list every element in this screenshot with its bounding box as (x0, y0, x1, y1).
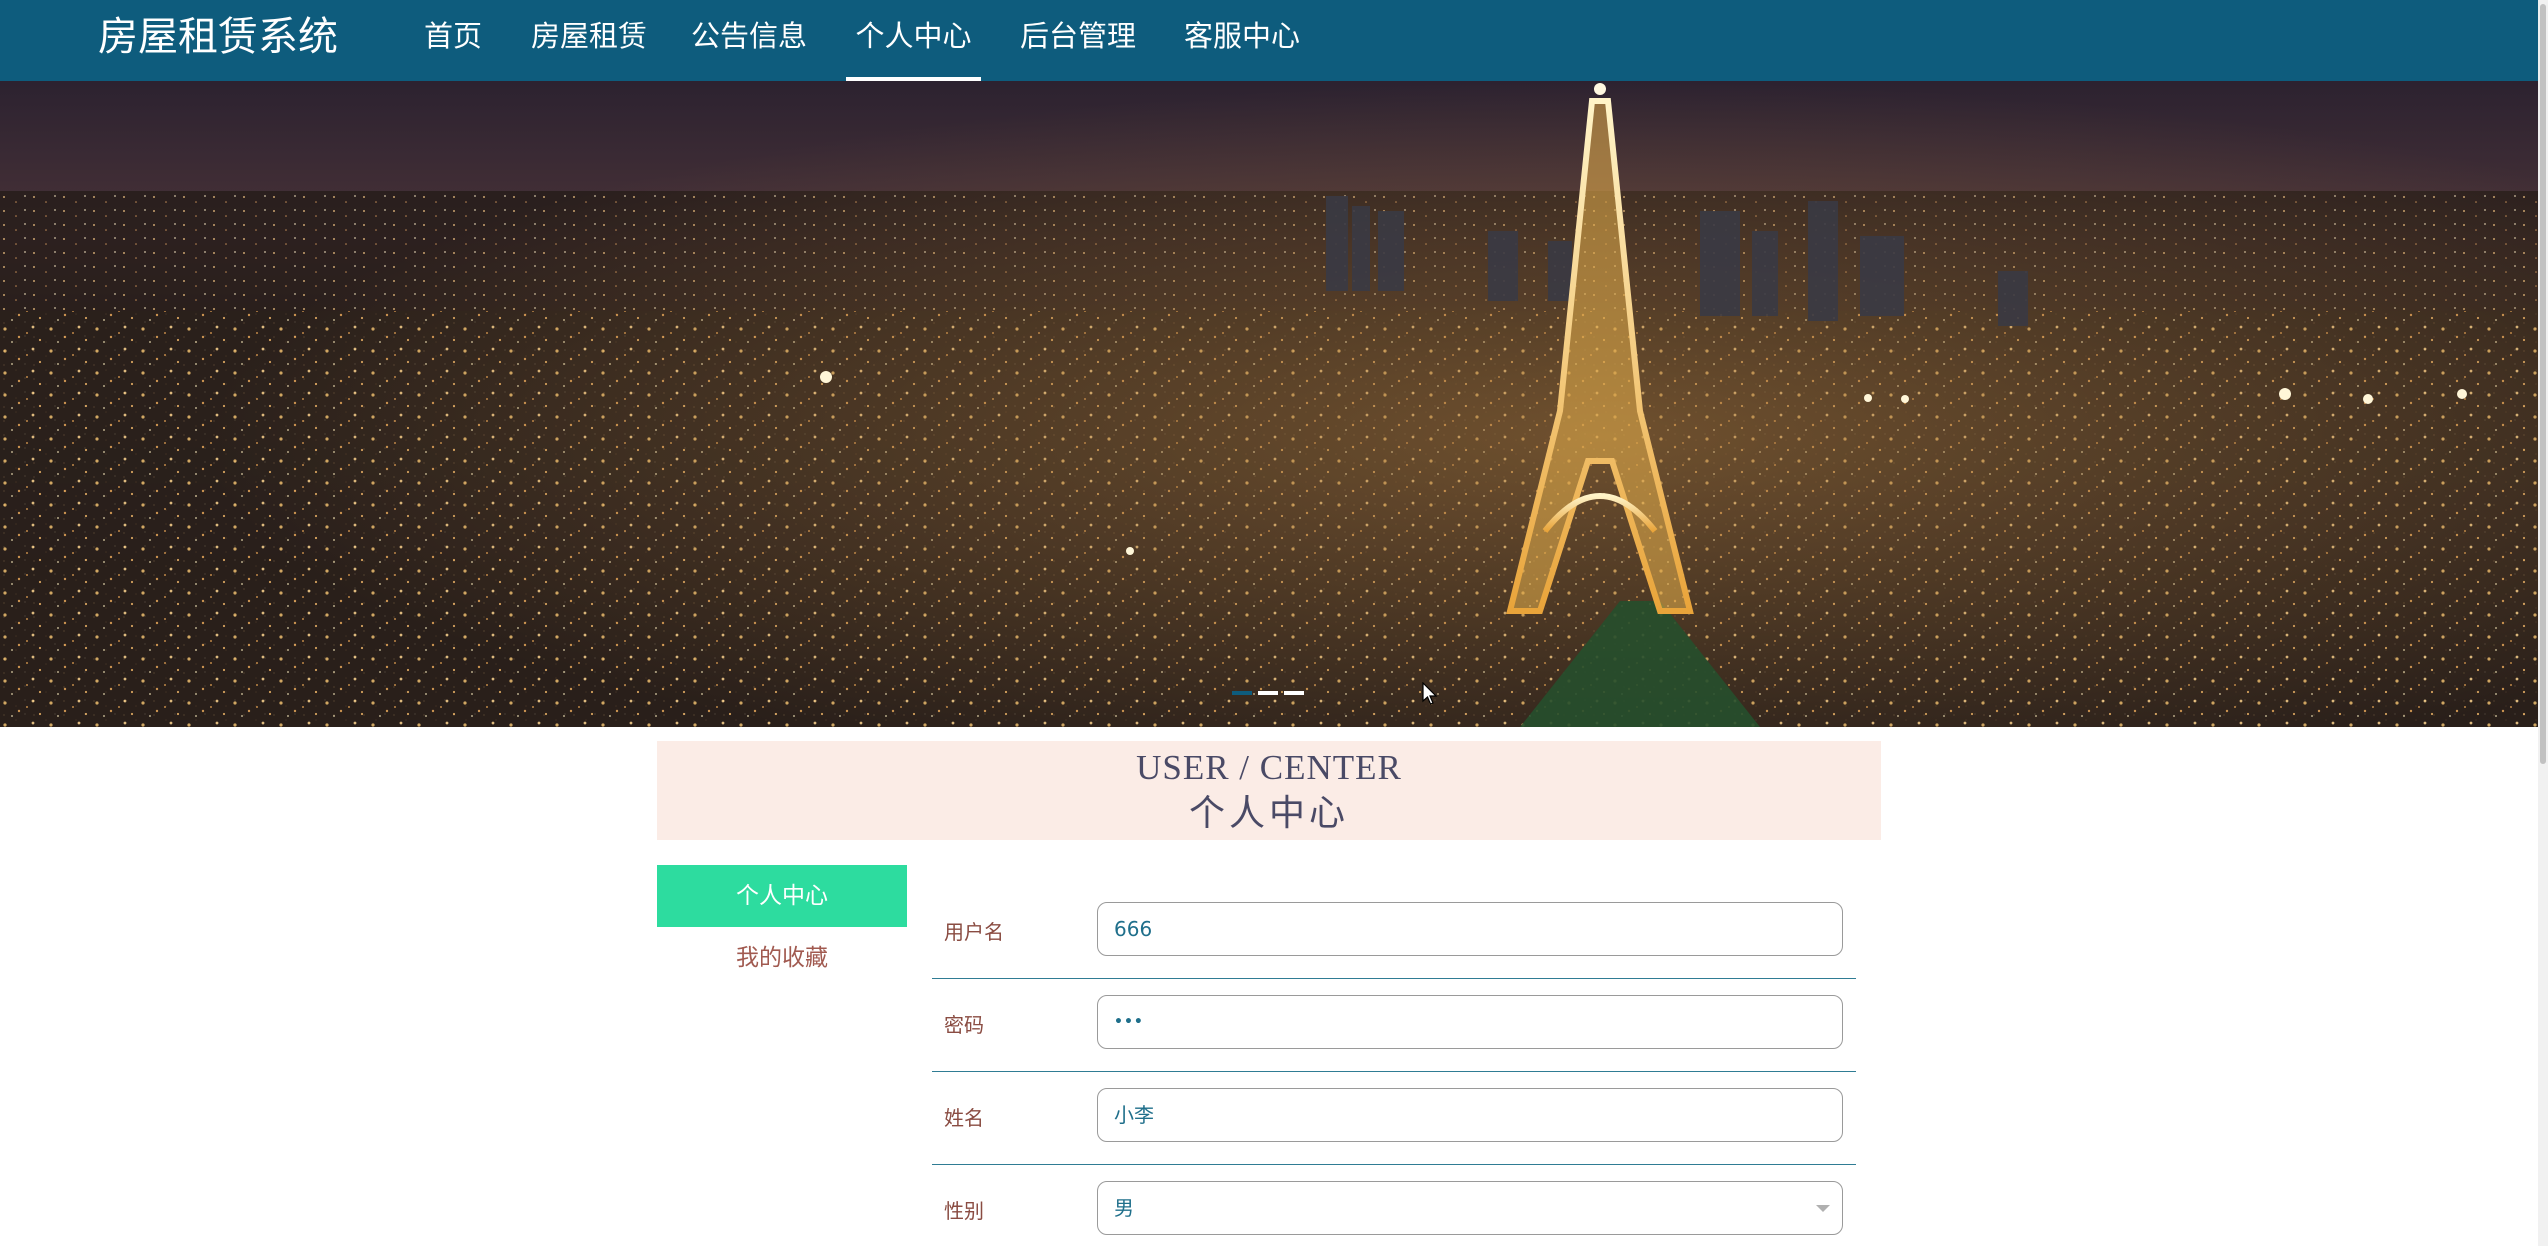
side-menu-favorites[interactable]: 我的收藏 (657, 927, 907, 989)
carousel-dot-3[interactable] (1284, 691, 1304, 695)
user-center-header: USER / CENTER 个人中心 (657, 741, 1881, 840)
name-label: 姓名 (944, 1106, 984, 1130)
gender-select[interactable]: 男 (1097, 1181, 1843, 1235)
username-input[interactable]: 666 (1097, 902, 1843, 956)
form-row-username: 用户名 666 (932, 886, 1856, 979)
nav-customer-service[interactable]: 客服中心 (1180, 0, 1304, 81)
carousel-dot-1[interactable] (1232, 691, 1252, 695)
nav-user-center[interactable]: 个人中心 (846, 0, 981, 81)
gender-label: 性别 (944, 1199, 984, 1223)
profile-form: 用户名 666 密码 ••• 姓名 小李 性别 男 (932, 886, 1856, 1258)
header-title-en: USER / CENTER (1136, 748, 1402, 787)
banner-image (0, 81, 2538, 727)
form-row-name: 姓名 小李 (932, 1072, 1856, 1165)
nav-house-rental[interactable]: 房屋租赁 (528, 0, 650, 81)
form-row-password: 密码 ••• (932, 979, 1856, 1072)
password-label: 密码 (944, 1013, 984, 1037)
password-input[interactable]: ••• (1097, 995, 1843, 1049)
side-menu: 个人中心 我的收藏 (657, 865, 907, 989)
site-title[interactable]: 房屋租赁系统 (98, 12, 338, 62)
carousel-dot-2[interactable] (1258, 691, 1278, 695)
form-row-gender: 性别 男 (932, 1165, 1856, 1258)
nav-admin[interactable]: 后台管理 (1016, 0, 1140, 81)
top-nav-bar: 房屋租赁系统 首页 房屋租赁 公告信息 个人中心 后台管理 客服中心 (0, 0, 2548, 81)
banner-carousel[interactable] (0, 81, 2538, 727)
scrollbar-thumb[interactable] (2540, 4, 2546, 764)
page-scrollbar[interactable] (2538, 0, 2548, 1246)
nav-home[interactable]: 首页 (413, 0, 493, 81)
nav-announcements[interactable]: 公告信息 (686, 0, 812, 81)
side-menu-user-center[interactable]: 个人中心 (657, 865, 907, 927)
mouse-cursor-icon (1422, 682, 1438, 705)
chevron-down-icon (1816, 1205, 1830, 1212)
username-label: 用户名 (944, 920, 1004, 944)
gender-selected-value: 男 (1114, 1196, 1134, 1220)
header-title-cn: 个人中心 (1188, 793, 1349, 833)
name-input[interactable]: 小李 (1097, 1088, 1843, 1142)
